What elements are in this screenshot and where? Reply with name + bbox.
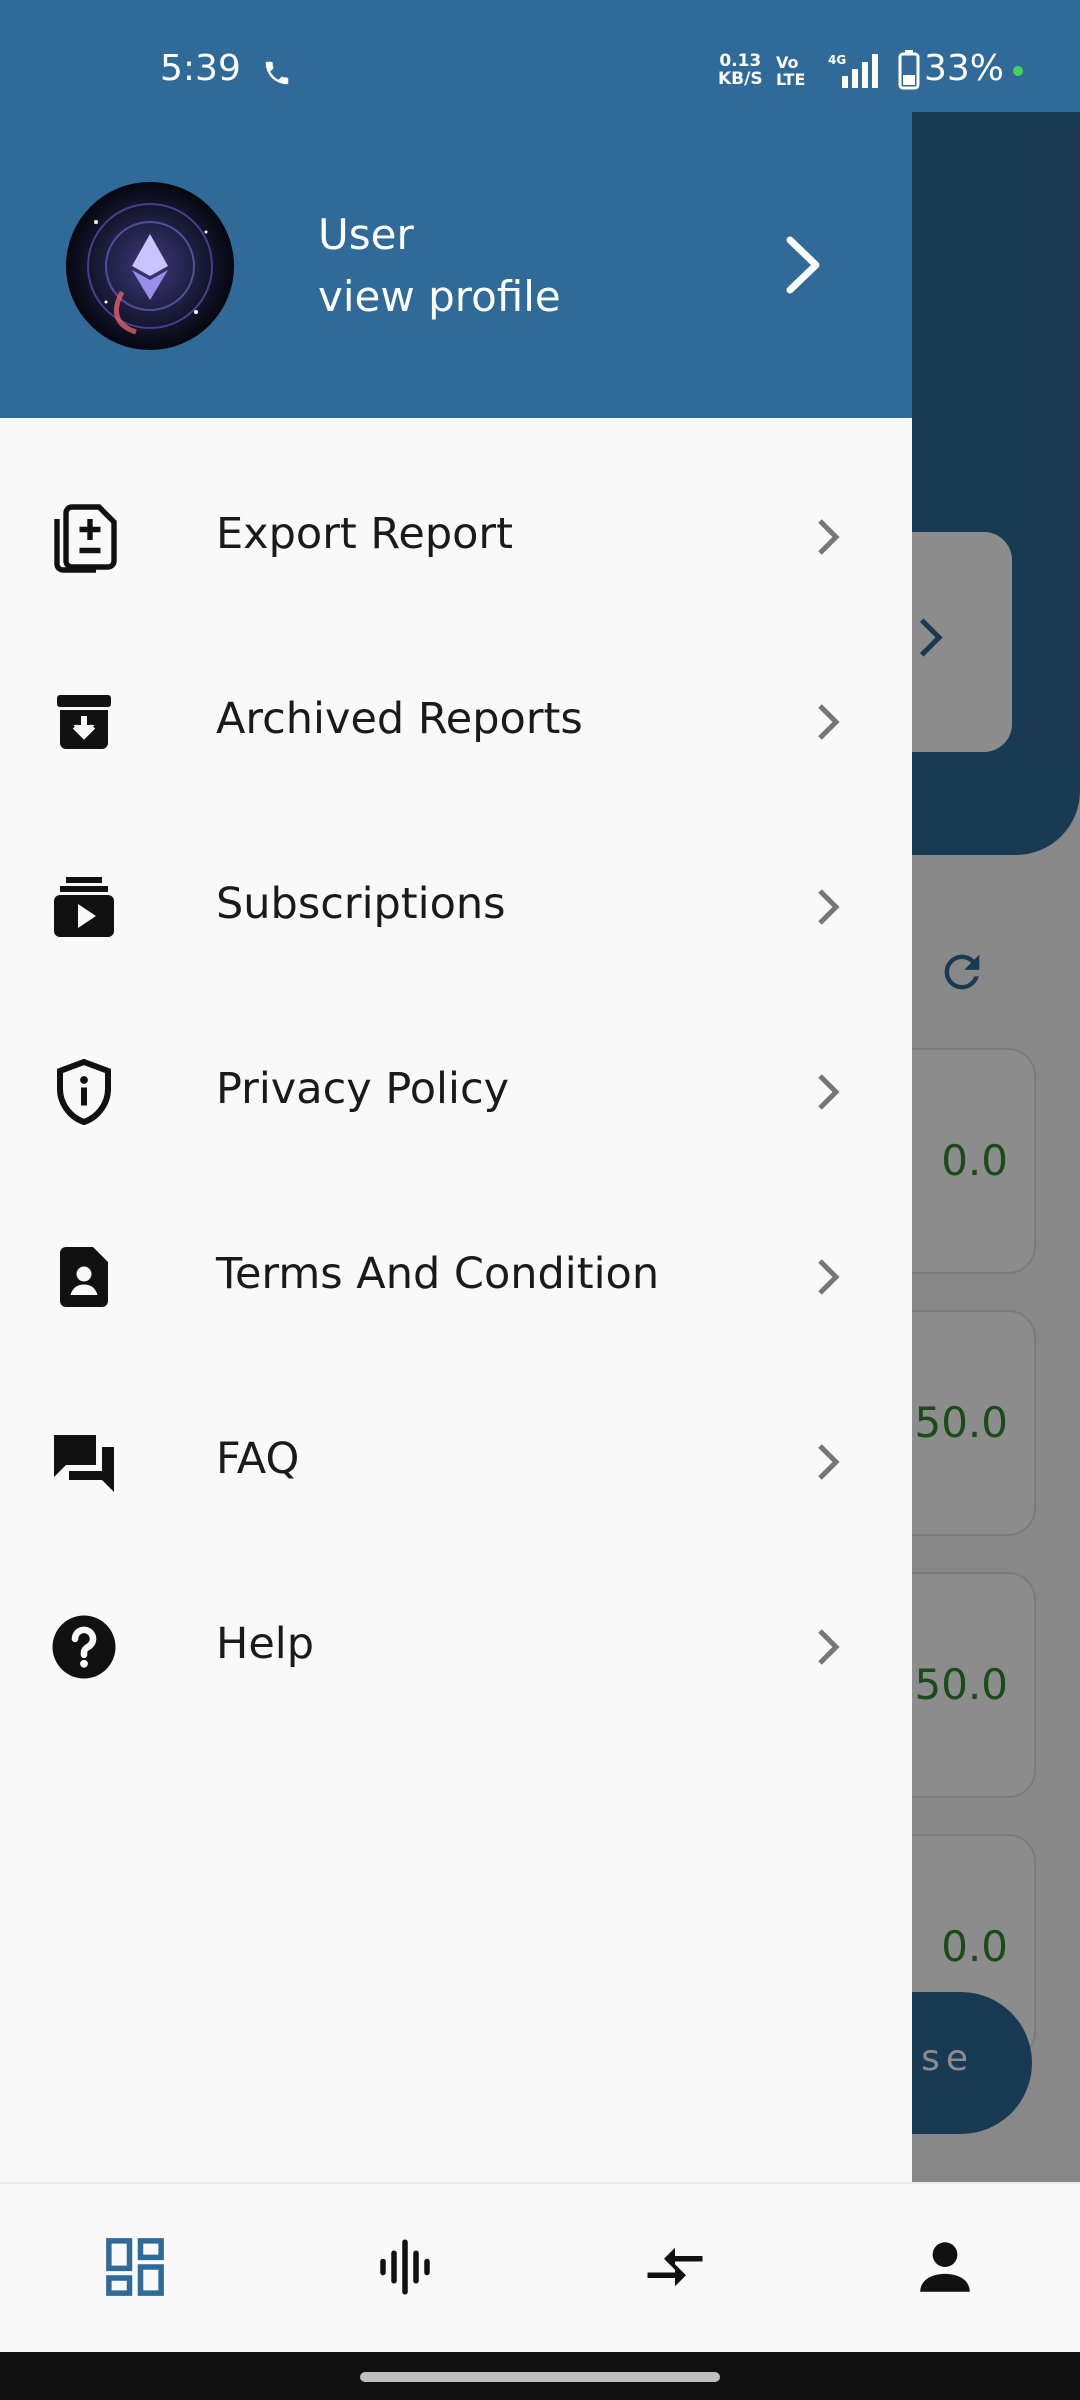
phone-call-icon — [265, 61, 289, 85]
volte-indicator: Vo LTE — [776, 54, 805, 88]
terms-document-icon — [60, 1247, 108, 1307]
archive-icon — [57, 695, 111, 749]
menu-item-privacy-policy[interactable]: Privacy Policy — [0, 998, 912, 1183]
faq-chat-icon — [54, 1435, 114, 1492]
menu-item-label: Privacy Policy — [216, 1064, 510, 1114]
subscriptions-icon — [54, 877, 114, 937]
person-icon[interactable] — [912, 2234, 978, 2300]
battery-percentage: 33% — [924, 48, 1005, 89]
avatar[interactable] — [66, 182, 234, 350]
menu-item-label: Subscriptions — [216, 879, 506, 929]
chevron-right-icon — [818, 1629, 840, 1665]
network-speed-unit: KB/S — [718, 69, 763, 89]
chevron-right-icon[interactable] — [778, 230, 828, 300]
menu-item-label: Help — [216, 1619, 315, 1669]
bottom-navigation — [0, 2182, 1080, 2352]
menu-item-help[interactable]: Help — [0, 1553, 912, 1738]
waveform-icon[interactable] — [372, 2234, 438, 2300]
ethereum-avatar-icon — [66, 182, 234, 350]
gesture-navigation-bar — [0, 2352, 1080, 2400]
status-time: 5:39 — [160, 48, 241, 89]
menu-item-label: Archived Reports — [216, 694, 583, 744]
menu-item-archived-reports[interactable]: Archived Reports — [0, 628, 912, 813]
chevron-right-icon — [818, 1074, 840, 1110]
signal-icon: 4G — [828, 53, 878, 88]
privacy-indicator-dot — [1013, 66, 1023, 76]
chevron-right-icon — [818, 704, 840, 740]
menu-item-label: FAQ — [216, 1434, 300, 1484]
volte-top: Vo — [776, 53, 799, 72]
network-speed: 0.13 KB/S — [718, 52, 763, 88]
chevron-right-icon — [818, 1259, 840, 1295]
menu-item-faq[interactable]: FAQ — [0, 1368, 912, 1553]
menu-item-subscriptions[interactable]: Subscriptions — [0, 813, 912, 998]
navigation-drawer: User view profile Export Report Archived… — [0, 0, 912, 2182]
chevron-right-icon — [818, 889, 840, 925]
user-name: User — [318, 210, 414, 259]
network-speed-value: 0.13 — [719, 51, 762, 71]
signal-label: 4G — [828, 53, 846, 67]
chevron-right-icon — [818, 519, 840, 555]
transfer-icon[interactable] — [642, 2234, 708, 2300]
chevron-right-icon — [818, 1444, 840, 1480]
menu-item-label: Terms And Condition — [216, 1249, 660, 1299]
status-bar: 5:39 0.13 KB/S Vo LTE 4G 33% — [0, 0, 1080, 112]
export-report-icon — [54, 504, 117, 573]
dashboard-icon[interactable] — [102, 2234, 168, 2300]
home-gesture-handle[interactable] — [360, 2372, 720, 2382]
menu-item-label: Export Report — [216, 509, 513, 559]
battery-icon — [898, 50, 920, 90]
view-profile-link[interactable]: view profile — [318, 272, 561, 321]
menu-item-export-report[interactable]: Export Report — [0, 443, 912, 628]
privacy-shield-icon — [57, 1058, 111, 1126]
volte-bottom: LTE — [776, 70, 806, 89]
help-icon — [52, 1615, 116, 1679]
menu-item-terms-and-condition[interactable]: Terms And Condition — [0, 1183, 912, 1368]
